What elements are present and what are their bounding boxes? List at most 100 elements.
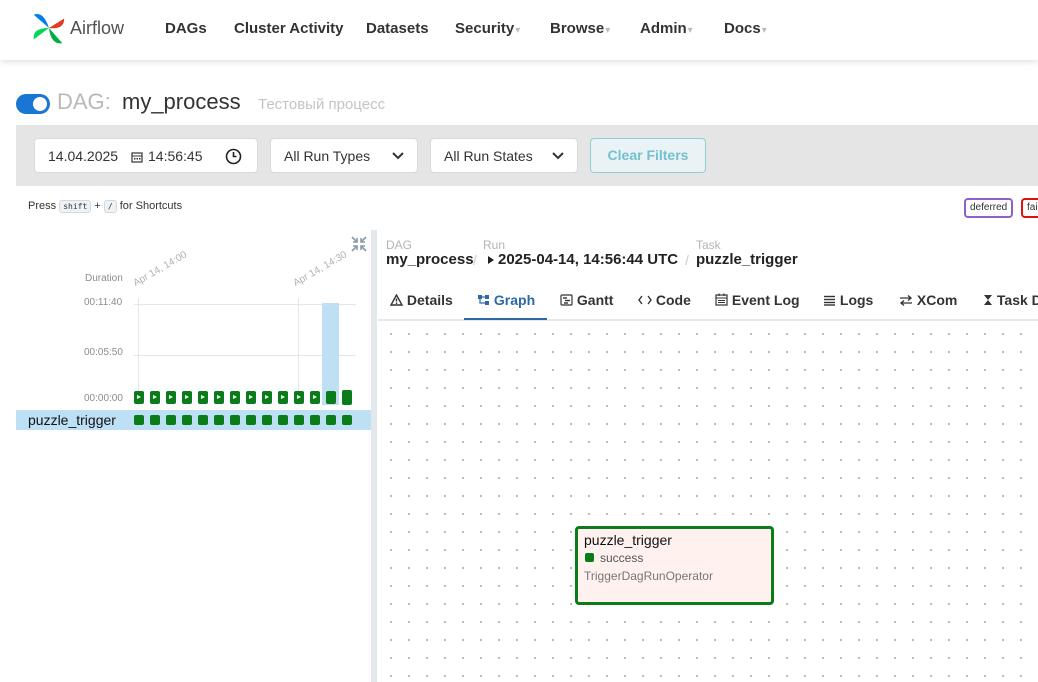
- task-instance-cell[interactable]: [246, 415, 256, 425]
- breadcrumb-dag[interactable]: my_process: [386, 251, 474, 268]
- tab-event-log[interactable]: Event Log: [715, 292, 800, 308]
- selected-run-duration-bar[interactable]: [322, 303, 339, 405]
- shortcuts-suffix-text: for Shortcuts: [119, 200, 183, 212]
- task-instance-cell[interactable]: [342, 415, 352, 425]
- tab-graph[interactable]: Graph: [477, 292, 535, 308]
- tab-details[interactable]: Details: [389, 292, 453, 308]
- airflow-logo-icon[interactable]: [30, 9, 68, 47]
- task-instance-cell[interactable]: [214, 415, 224, 425]
- graph-node-state: success: [600, 551, 644, 565]
- play-icon: [201, 395, 205, 399]
- dag-run-button[interactable]: [198, 391, 208, 404]
- tab-gantt[interactable]: Gantt: [560, 292, 613, 308]
- legend-deferred[interactable]: deferred: [964, 198, 1014, 218]
- task-instance-cell[interactable]: [198, 415, 208, 425]
- toggle-knob: [33, 97, 47, 111]
- y-tick-mid: 00:05:50: [84, 347, 123, 358]
- chevron-down-icon: [392, 152, 404, 160]
- y-tick-zero: 00:00:00: [84, 393, 123, 404]
- breadcrumb-separator: /: [473, 252, 477, 268]
- breadcrumb-run[interactable]: 2025-04-14, 14:56:44 UTC: [498, 251, 678, 268]
- nav-datasets-label: Datasets: [366, 20, 429, 37]
- dag-run-button[interactable]: [262, 391, 272, 404]
- node-state-indicator: [585, 553, 594, 562]
- task-name-label[interactable]: puzzle_trigger: [28, 412, 116, 428]
- dag-pause-toggle[interactable]: [16, 94, 50, 114]
- task-instance-cell[interactable]: [150, 415, 160, 425]
- slash-key: /: [103, 200, 117, 213]
- dag-run-button[interactable]: [214, 391, 224, 404]
- task-instance-cell[interactable]: [294, 415, 304, 425]
- nav-docs[interactable]: Docs▾: [724, 20, 767, 37]
- y-tick-max: 00:11:40: [84, 297, 123, 308]
- brand-name[interactable]: Airflow: [70, 18, 124, 39]
- dag-run-button[interactable]: [310, 391, 320, 404]
- nav-security[interactable]: Security▾: [455, 20, 520, 37]
- date-marker-line: [138, 298, 139, 406]
- tab-xcom[interactable]: XCom: [899, 292, 957, 308]
- breadcrumb-dag-label: DAG: [386, 238, 413, 252]
- tab-task-duration[interactable]: Task Duration: [983, 292, 1038, 308]
- play-icon: [185, 395, 189, 399]
- chevron-down-icon: ▾: [515, 25, 521, 36]
- play-icon: [488, 256, 494, 264]
- chevron-down-icon: ▾: [761, 25, 767, 36]
- dag-run-button[interactable]: [182, 391, 192, 404]
- tab-code[interactable]: Code: [638, 292, 691, 308]
- shortcuts-plus: +: [94, 200, 101, 212]
- dag-run-button[interactable]: [326, 391, 336, 404]
- play-icon: [233, 395, 237, 399]
- task-instance-cell[interactable]: [230, 415, 240, 425]
- task-instance-cell[interactable]: [278, 415, 288, 425]
- dag-run-button[interactable]: [246, 391, 256, 404]
- run-state-value: All Run States: [444, 148, 533, 164]
- nav-dags[interactable]: DAGs: [165, 20, 207, 37]
- tab-logs[interactable]: Logs: [823, 292, 873, 308]
- nav-browse[interactable]: Browse▾: [550, 20, 610, 37]
- clear-filters-button[interactable]: Clear Filters: [590, 138, 706, 173]
- shift-key: shift: [59, 200, 92, 213]
- nav-cluster-activity-label: Cluster Activity: [234, 20, 344, 37]
- task-instance-cell[interactable]: [310, 415, 320, 425]
- nav-cluster-activity[interactable]: Cluster Activity: [234, 20, 343, 37]
- clock-icon[interactable]: [225, 148, 242, 165]
- collapse-arrows-icon[interactable]: [351, 236, 367, 252]
- task-instance-cell[interactable]: [182, 415, 192, 425]
- code-icon: [638, 295, 652, 305]
- legend-failed[interactable]: failed: [1021, 198, 1038, 218]
- dag-run-button[interactable]: [150, 391, 160, 404]
- task-instance-cell[interactable]: [326, 415, 336, 425]
- nav-admin[interactable]: Admin▾: [640, 20, 693, 37]
- panel-resize-handle[interactable]: [371, 230, 377, 682]
- graph-canvas[interactable]: [378, 321, 1038, 682]
- calendar-icon[interactable]: [131, 151, 143, 163]
- play-icon: [313, 395, 317, 399]
- breadcrumb-separator: /: [685, 252, 689, 268]
- chevron-down-icon: [552, 152, 564, 160]
- swap-arrows-icon: [899, 295, 913, 306]
- task-instance-cell[interactable]: [262, 415, 272, 425]
- dag-run-button[interactable]: [166, 391, 176, 404]
- dag-run-button[interactable]: [294, 391, 304, 404]
- run-type-value: All Run Types: [284, 148, 371, 164]
- dag-run-button[interactable]: [230, 391, 240, 404]
- graph-node-task-id: puzzle_trigger: [584, 532, 672, 548]
- tab-gantt-label: Gantt: [576, 292, 614, 308]
- play-icon: [249, 395, 253, 399]
- nav-datasets[interactable]: Datasets: [366, 20, 429, 37]
- run-type-select[interactable]: All Run Types: [270, 138, 418, 173]
- breadcrumb-task[interactable]: puzzle_trigger: [696, 251, 798, 268]
- dag-run-button[interactable]: [134, 391, 144, 404]
- task-instance-cell[interactable]: [134, 415, 144, 425]
- dag-run-button[interactable]: [278, 391, 288, 404]
- dag-title: my_process: [122, 89, 241, 114]
- dag-run-button[interactable]: [342, 390, 352, 405]
- task-instance-cell[interactable]: [166, 415, 176, 425]
- run-state-select[interactable]: All Run States: [430, 138, 578, 173]
- tab-event-log-label: Event Log: [731, 292, 800, 308]
- graph-icon: [478, 295, 489, 305]
- tab-xcom-label: XCom: [916, 292, 958, 308]
- nav-security-label: Security: [455, 20, 515, 37]
- breadcrumb-task-label: Task: [696, 238, 721, 252]
- base-date-input[interactable]: 14.04.2025 14:56:45: [34, 138, 258, 173]
